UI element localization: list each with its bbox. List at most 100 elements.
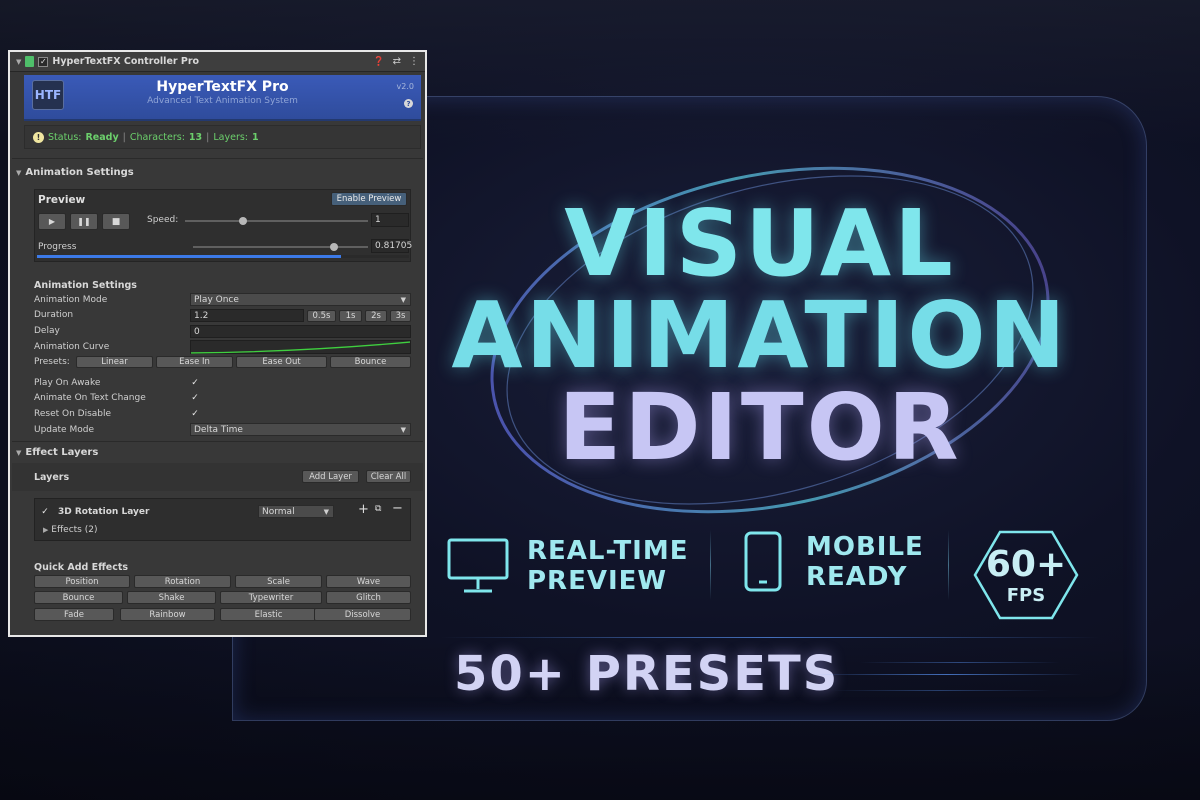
preview-box: Preview Enable Preview ▶ ❚❚ ■ Speed: 1 P… [34, 189, 412, 262]
component-enabled-checkbox[interactable]: ✓ [38, 56, 49, 67]
quick-add-shake-button[interactable]: Shake [127, 591, 216, 604]
feature-divider [710, 530, 711, 600]
circuit-line [830, 690, 1050, 691]
divider [12, 441, 423, 442]
play-button[interactable]: ▶ [38, 213, 66, 230]
layers-value: 1 [252, 131, 259, 143]
delay-field[interactable]: 0 [190, 325, 411, 338]
effects-label: Effects (2) [51, 525, 98, 535]
duration-preset-button[interactable]: 0.5s [307, 310, 336, 322]
animation-settings-foldout[interactable]: ▼ Animation Settings [16, 167, 134, 178]
animate-on-text-change-label: Animate On Text Change [34, 393, 146, 403]
animate-on-text-change-checkbox[interactable]: ✓ [190, 393, 200, 403]
inspector-panel: ▼ ✓ HyperTextFX Controller Pro ❓ ⇄ ⋮ HTF… [8, 50, 427, 637]
presets-text: 50+ PRESETS [454, 646, 840, 702]
version-label: v2.0 [396, 82, 414, 91]
section-title: Effect Layers [25, 447, 99, 458]
separator: | [122, 131, 126, 143]
quick-add-glitch-button[interactable]: Glitch [326, 591, 411, 604]
feature-mobile-ready: MOBILE READY [744, 531, 924, 593]
remove-layer-icon[interactable]: − [392, 501, 403, 516]
curve-preset-linear[interactable]: Linear [76, 356, 153, 368]
reset-on-disable-checkbox[interactable]: ✓ [190, 409, 200, 419]
animation-curve-label: Animation Curve [34, 342, 110, 352]
duration-field[interactable]: 1.2 [190, 309, 304, 322]
blend-mode-dropdown[interactable]: Normal ▼ [258, 505, 334, 518]
pause-button[interactable]: ❚❚ [70, 213, 98, 230]
animation-mode-dropdown[interactable]: Play Once ▼ [190, 293, 411, 306]
stop-button[interactable]: ■ [102, 213, 130, 230]
animation-mode-label: Animation Mode [34, 295, 108, 305]
enable-preview-button[interactable]: Enable Preview [331, 192, 407, 206]
banner-subtitle: Advanced Text Animation System [147, 96, 298, 106]
banner-help-icon[interactable]: ? [404, 99, 413, 108]
preview-title: Preview [38, 194, 86, 206]
quick-add-bounce-button[interactable]: Bounce [34, 591, 123, 604]
dropdown-value: Delta Time [194, 424, 243, 435]
chevron-down-icon: ▼ [400, 425, 406, 434]
monitor-icon [447, 538, 509, 593]
progress-fill [37, 255, 341, 258]
play-on-awake-checkbox[interactable]: ✓ [190, 378, 200, 388]
layers-label: Layers [34, 472, 70, 483]
curve-preset-ease-out[interactable]: Ease Out [236, 356, 327, 368]
layer-name: 3D Rotation Layer [58, 507, 150, 517]
section-title: Animation Settings [25, 167, 134, 178]
quick-add-dissolve-button[interactable]: Dissolve [314, 608, 411, 621]
progress-slider[interactable] [193, 243, 368, 251]
quick-add-typewriter-button[interactable]: Typewriter [220, 591, 322, 604]
info-icon: ! [33, 131, 44, 143]
status-value: Ready [85, 131, 119, 143]
component-title: HyperTextFX Controller Pro [52, 56, 200, 67]
slider-handle[interactable] [330, 243, 338, 251]
fps-label: FPS [1006, 585, 1046, 606]
effects-foldout[interactable]: ▶ Effects (2) [43, 525, 97, 535]
fps-badge: 60+ FPS [972, 529, 1080, 621]
speed-label: Speed: [147, 215, 179, 225]
status-label: Status: [48, 131, 82, 143]
divider [12, 158, 423, 159]
duration-preset-button[interactable]: 1s [339, 310, 362, 322]
layers-label: Layers: [213, 131, 248, 143]
presets-icon[interactable]: ⇄ [393, 56, 401, 67]
add-effect-icon[interactable]: + [358, 502, 369, 517]
duration-preset-button[interactable]: 3s [390, 310, 411, 322]
update-mode-label: Update Mode [34, 425, 94, 435]
curve-preset-ease-in[interactable]: Ease In [156, 356, 233, 368]
effect-layers-foldout[interactable]: ▼ Effect Layers [16, 447, 98, 458]
phone-icon [744, 531, 782, 592]
quick-add-fade-button[interactable]: Fade [34, 608, 114, 621]
curve-preset-bounce[interactable]: Bounce [330, 356, 411, 368]
foldout-arrow-icon[interactable]: ▼ [16, 58, 21, 66]
duplicate-icon[interactable]: ⧉ [375, 504, 381, 514]
duration-preset-button[interactable]: 2s [365, 310, 387, 322]
characters-label: Characters: [129, 131, 185, 143]
help-icon[interactable]: ❓ [373, 57, 384, 67]
feature-2-line-2: READY [806, 562, 908, 592]
clear-all-button[interactable]: Clear All [366, 470, 411, 483]
layers-toolbar [12, 463, 423, 491]
add-layer-button[interactable]: Add Layer [302, 470, 359, 483]
quick-add-elastic-button[interactable]: Elastic [220, 608, 317, 621]
characters-value: 13 [188, 131, 203, 143]
quick-add-scale-button[interactable]: Scale [235, 575, 322, 588]
quick-add-position-button[interactable]: Position [34, 575, 130, 588]
quick-add-rainbow-button[interactable]: Rainbow [120, 608, 215, 621]
curve-graph [191, 341, 410, 354]
quick-add-rotation-button[interactable]: Rotation [134, 575, 231, 588]
speed-slider[interactable] [185, 217, 368, 225]
progress-field[interactable]: 0.81705 [371, 239, 412, 253]
speed-field[interactable]: 1 [371, 213, 409, 227]
quick-add-wave-button[interactable]: Wave [326, 575, 411, 588]
hero-line-3: EDITOR [558, 374, 962, 481]
animation-curve-field[interactable] [190, 340, 411, 354]
banner: HTF HyperTextFX Pro Advanced Text Animat… [24, 75, 421, 121]
foldout-arrow-icon: ▼ [16, 168, 22, 177]
update-mode-dropdown[interactable]: Delta Time ▼ [190, 423, 411, 436]
layer-enabled-checkbox[interactable]: ✓ [40, 507, 50, 517]
more-menu-icon[interactable]: ⋮ [409, 56, 419, 67]
chevron-down-icon: ▼ [400, 295, 406, 304]
play-icon: ▶ [48, 217, 56, 226]
quick-add-header: Quick Add Effects [34, 562, 129, 573]
slider-handle[interactable] [239, 217, 247, 225]
